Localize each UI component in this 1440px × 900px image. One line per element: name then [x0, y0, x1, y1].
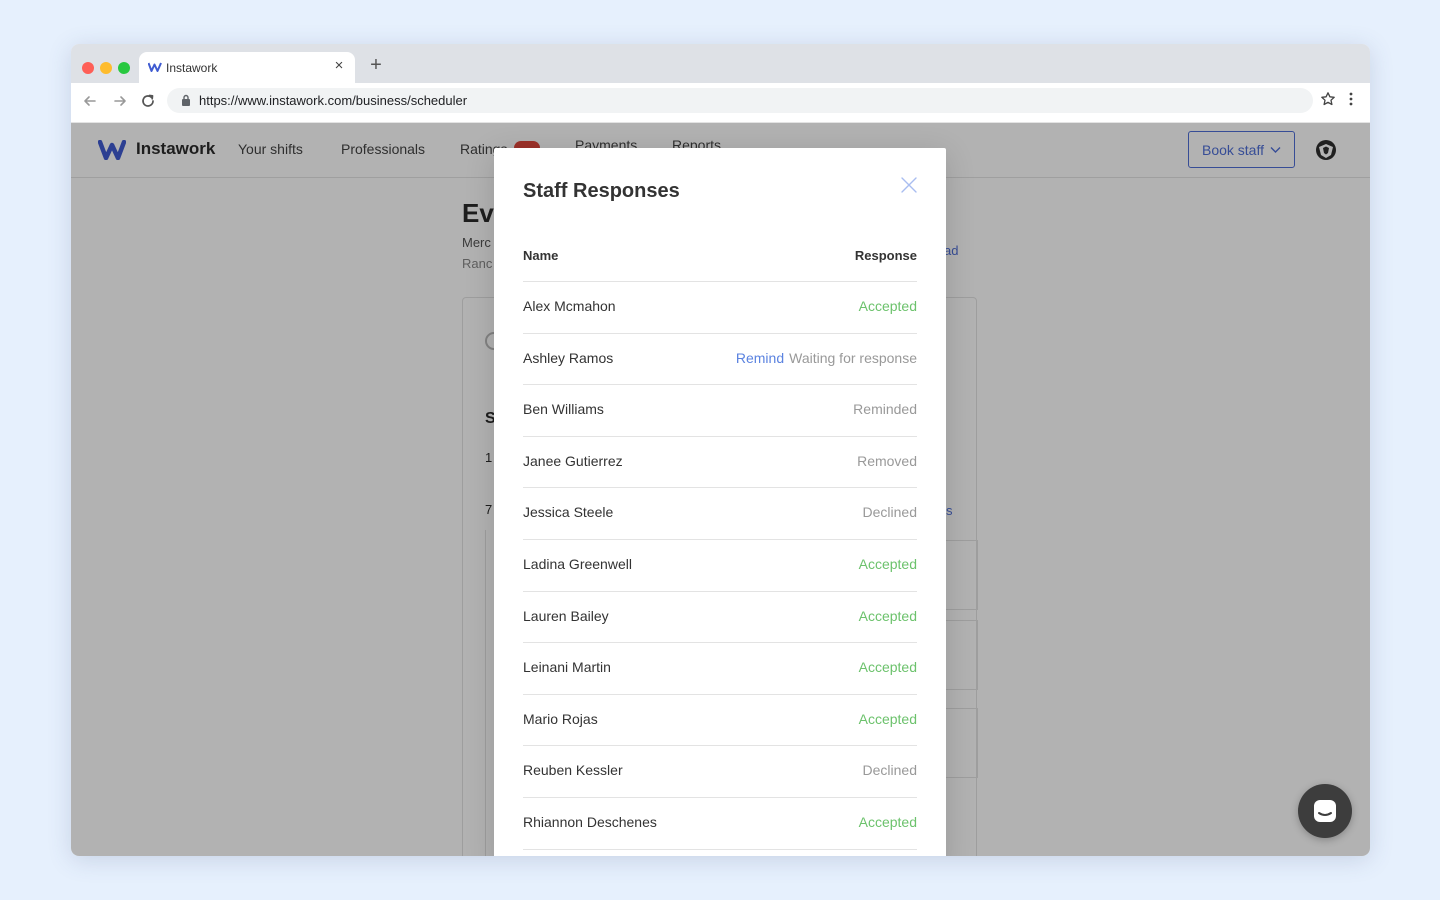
table-row: Leinani Martin Accepted	[523, 643, 917, 695]
response-cell: Accepted	[859, 298, 917, 314]
column-header-name: Name	[523, 248, 559, 263]
response-status: Accepted	[858, 659, 917, 676]
page-viewport: Instawork Your shifts Professionals Rati…	[71, 123, 1370, 856]
staff-name: Jessica Steele	[523, 504, 614, 521]
close-tab-icon[interactable]: ×	[331, 58, 347, 74]
table-row: Mario Rojas Accepted	[523, 695, 917, 747]
response-cell: Accepted	[859, 814, 917, 830]
staff-name: Ashley Ramos	[523, 349, 614, 366]
close-window-button[interactable]	[82, 62, 94, 74]
lock-icon	[182, 94, 190, 106]
staff-name: Reuben Kessler	[523, 762, 623, 779]
minimize-window-button[interactable]	[100, 62, 112, 74]
table-row: Lauren Bailey Accepted	[523, 592, 917, 644]
table-row: Jessica Steele Declined	[523, 488, 917, 540]
staff-name: Alex Mcmahon	[523, 298, 616, 314]
response-status: Declined	[862, 762, 917, 779]
table-row: Reuben Kessler Declined	[523, 746, 917, 798]
response-cell: Accepted	[859, 556, 917, 572]
modal-title: Staff Responses	[523, 180, 680, 202]
back-icon[interactable]	[80, 91, 100, 111]
staff-name: Lauren Bailey	[523, 607, 609, 624]
response-status: Accepted	[858, 813, 917, 830]
browser-toolbar: https://www.instawork.com/business/sched…	[71, 83, 1370, 123]
response-cell: Reminded	[853, 401, 917, 417]
table-row: Ben Williams Reminded	[523, 385, 917, 437]
chat-icon	[1314, 800, 1336, 822]
response-status: Accepted	[858, 607, 917, 624]
response-cell: Removed	[857, 453, 917, 469]
response-status: Accepted	[858, 710, 917, 727]
response-status: Accepted	[858, 555, 917, 572]
response-cell: Declined	[863, 762, 917, 778]
response-cell: Remind Waiting for response	[736, 350, 917, 366]
chat-button[interactable]	[1298, 784, 1352, 838]
response-status: Reminded	[853, 401, 917, 418]
table-row: Ashley Ramos Remind Waiting for response	[523, 334, 917, 386]
forward-icon[interactable]	[110, 91, 130, 111]
response-cell: Accepted	[859, 711, 917, 727]
table-row: Janee Gutierrez Removed	[523, 437, 917, 489]
response-status: Waiting for response	[789, 349, 917, 366]
staff-name: Rhiannon Deschenes	[523, 813, 657, 830]
instawork-favicon-icon	[148, 62, 162, 72]
kebab-menu-icon[interactable]	[1343, 91, 1359, 107]
reload-icon[interactable]	[138, 91, 158, 111]
response-status: Accepted	[858, 298, 917, 314]
response-status: Declined	[862, 504, 917, 521]
tab-title: Instawork	[166, 61, 218, 75]
address-bar[interactable]: https://www.instawork.com/business/sched…	[167, 88, 1313, 113]
url-text[interactable]: https://www.instawork.com/business/sched…	[199, 93, 467, 108]
column-header-response: Response	[854, 248, 917, 263]
response-cell: Declined	[863, 504, 917, 520]
staff-name: Leinani Martin	[523, 659, 611, 676]
table-row: Rhiannon Deschenes Accepted	[523, 798, 917, 850]
table-row: Alex Mcmahon Accepted	[523, 282, 917, 334]
table-row: Ladina Greenwell Accepted	[523, 540, 917, 592]
star-icon[interactable]	[1320, 91, 1336, 107]
remind-link[interactable]: Remind	[736, 350, 784, 366]
table-header: Name Response	[523, 234, 917, 282]
tab-strip: Instawork × +	[71, 44, 1370, 83]
response-cell: Accepted	[859, 608, 917, 624]
staff-name: Mario Rojas	[523, 710, 598, 727]
browser-window: Instawork × + https://www.instawork.com/…	[71, 44, 1370, 856]
response-list: Alex Mcmahon Accepted Ashley Ramos Remind Wa…	[523, 282, 917, 850]
new-tab-button[interactable]: +	[367, 55, 385, 75]
response-status: Removed	[857, 452, 917, 469]
staff-name: Ben Williams	[523, 401, 604, 418]
staff-name: Ladina Greenwell	[523, 555, 632, 572]
browser-tab[interactable]: Instawork ×	[139, 52, 355, 83]
close-icon[interactable]	[900, 176, 920, 196]
response-cell: Accepted	[859, 659, 917, 675]
staff-name: Janee Gutierrez	[523, 452, 623, 469]
maximize-window-button[interactable]	[118, 62, 130, 74]
staff-responses-modal: Staff Responses Name Response Alex Mcmah…	[494, 148, 946, 856]
